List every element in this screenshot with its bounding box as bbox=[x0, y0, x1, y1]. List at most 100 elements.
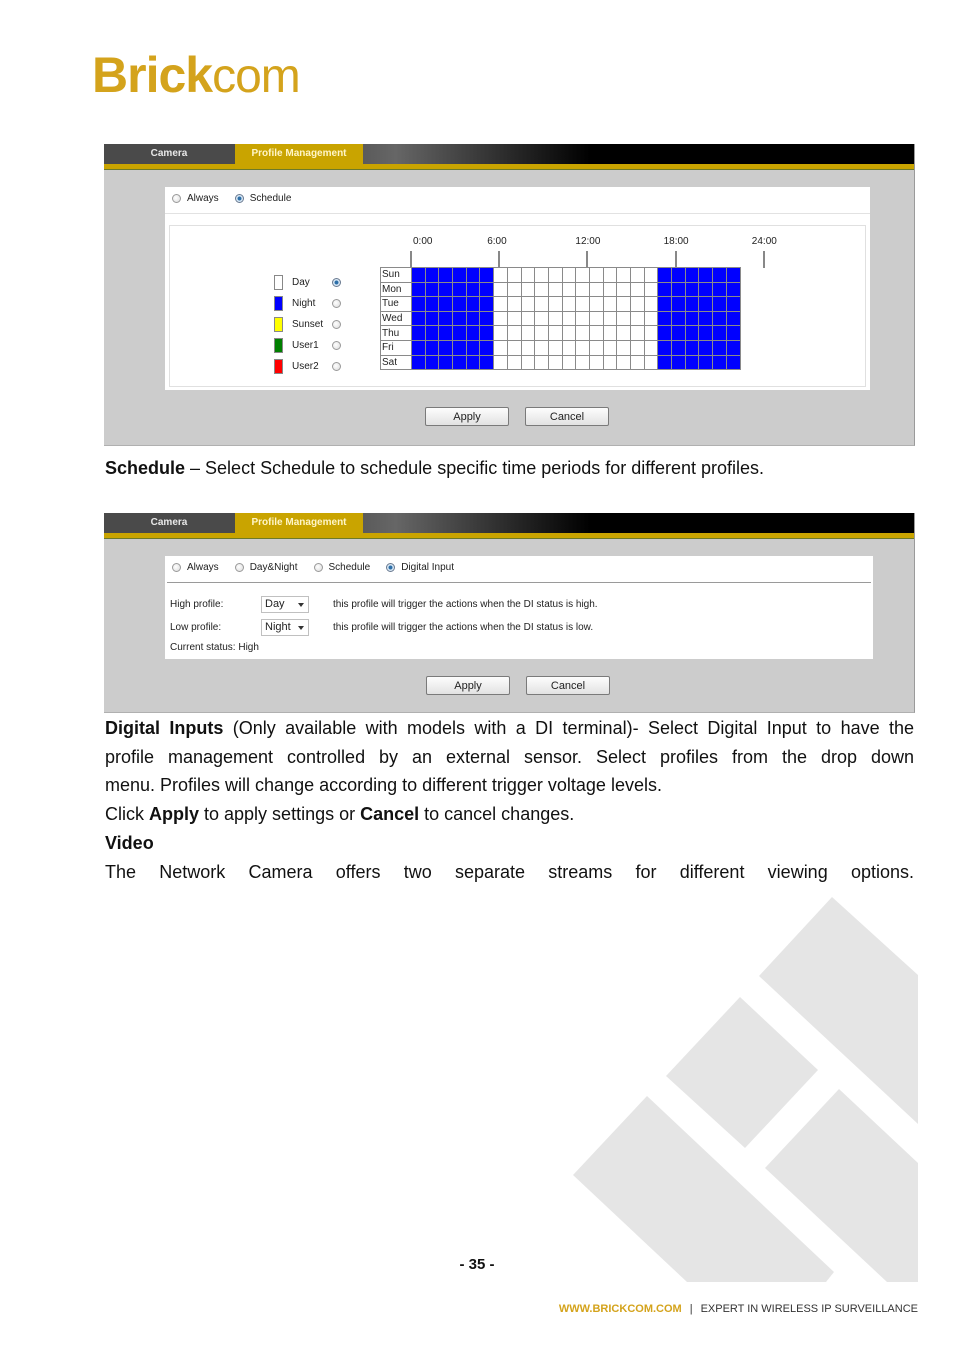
schedule-cell[interactable] bbox=[698, 339, 714, 356]
schedule-cell[interactable] bbox=[452, 339, 467, 356]
schedule-cell[interactable] bbox=[424, 339, 440, 356]
schedule-cell[interactable] bbox=[657, 267, 673, 283]
schedule-cell[interactable] bbox=[725, 267, 741, 283]
schedule-cell[interactable] bbox=[506, 296, 522, 312]
legend-radio[interactable] bbox=[332, 362, 341, 371]
schedule-cell[interactable] bbox=[616, 354, 631, 371]
schedule-cell[interactable] bbox=[712, 325, 727, 341]
footer-url[interactable]: WWW.BRICKCOM.COM bbox=[559, 1303, 682, 1315]
schedule-cell[interactable] bbox=[575, 354, 590, 371]
schedule-cell[interactable] bbox=[465, 325, 481, 341]
schedule-cell[interactable] bbox=[465, 296, 481, 312]
schedule-cell[interactable] bbox=[452, 281, 467, 298]
schedule-cell[interactable] bbox=[588, 325, 604, 341]
schedule-cell[interactable] bbox=[534, 267, 549, 283]
schedule-cell[interactable] bbox=[616, 325, 631, 341]
schedule-cell[interactable] bbox=[424, 325, 440, 341]
cancel-button[interactable]: Cancel bbox=[526, 676, 610, 695]
schedule-cell[interactable] bbox=[698, 296, 714, 312]
schedule-cell[interactable] bbox=[547, 354, 563, 371]
schedule-cell[interactable] bbox=[479, 354, 495, 371]
legend-radio[interactable] bbox=[332, 299, 341, 308]
schedule-cell[interactable] bbox=[588, 267, 604, 283]
schedule-cell[interactable] bbox=[588, 310, 604, 327]
schedule-cell[interactable] bbox=[534, 325, 549, 341]
schedule-cell[interactable] bbox=[534, 310, 549, 327]
schedule-cell[interactable] bbox=[602, 281, 618, 298]
schedule-cell[interactable] bbox=[547, 267, 563, 283]
schedule-cell[interactable] bbox=[602, 339, 618, 356]
schedule-cell[interactable] bbox=[465, 310, 481, 327]
schedule-cell[interactable] bbox=[438, 310, 454, 327]
schedule-cell[interactable] bbox=[506, 281, 522, 298]
schedule-cell[interactable] bbox=[671, 354, 686, 371]
schedule-cell[interactable] bbox=[424, 310, 440, 327]
schedule-cell[interactable] bbox=[725, 310, 741, 327]
schedule-cell[interactable] bbox=[506, 310, 522, 327]
schedule-cell[interactable] bbox=[411, 325, 426, 341]
schedule-cell[interactable] bbox=[424, 267, 440, 283]
schedule-cell[interactable] bbox=[561, 267, 577, 283]
schedule-cell[interactable] bbox=[411, 267, 426, 283]
schedule-cell[interactable] bbox=[547, 339, 563, 356]
schedule-cell[interactable] bbox=[561, 325, 577, 341]
schedule-cell[interactable] bbox=[520, 354, 536, 371]
legend-radio[interactable] bbox=[332, 278, 341, 287]
cancel-button[interactable]: Cancel bbox=[525, 407, 609, 426]
schedule-cell[interactable] bbox=[452, 296, 467, 312]
schedule-cell[interactable] bbox=[534, 339, 549, 356]
schedule-cell[interactable] bbox=[684, 296, 700, 312]
schedule-cell[interactable] bbox=[616, 296, 631, 312]
schedule-cell[interactable] bbox=[506, 325, 522, 341]
schedule-cell[interactable] bbox=[493, 325, 508, 341]
schedule-cell[interactable] bbox=[493, 296, 508, 312]
schedule-cell[interactable] bbox=[712, 296, 727, 312]
schedule-cell[interactable] bbox=[698, 267, 714, 283]
schedule-cell[interactable] bbox=[438, 325, 454, 341]
schedule-cell[interactable] bbox=[438, 296, 454, 312]
schedule-cell[interactable] bbox=[520, 296, 536, 312]
schedule-cell[interactable] bbox=[575, 310, 590, 327]
schedule-cell[interactable] bbox=[643, 281, 659, 298]
schedule-cell[interactable] bbox=[452, 325, 467, 341]
schedule-cell[interactable] bbox=[520, 339, 536, 356]
schedule-cell[interactable] bbox=[712, 310, 727, 327]
schedule-cell[interactable] bbox=[657, 339, 673, 356]
tab-profile-management[interactable]: Profile Management bbox=[235, 513, 363, 533]
schedule-cell[interactable] bbox=[465, 354, 481, 371]
schedule-cell[interactable] bbox=[630, 325, 645, 341]
schedule-cell[interactable] bbox=[452, 267, 467, 283]
schedule-cell[interactable] bbox=[561, 354, 577, 371]
schedule-cell[interactable] bbox=[465, 281, 481, 298]
schedule-cell[interactable] bbox=[725, 281, 741, 298]
schedule-cell[interactable] bbox=[725, 339, 741, 356]
schedule-cell[interactable] bbox=[479, 325, 495, 341]
schedule-cell[interactable] bbox=[698, 354, 714, 371]
schedule-cell[interactable] bbox=[671, 310, 686, 327]
schedule-cell[interactable] bbox=[493, 354, 508, 371]
schedule-cell[interactable] bbox=[602, 296, 618, 312]
schedule-cell[interactable] bbox=[671, 339, 686, 356]
schedule-cell[interactable] bbox=[602, 310, 618, 327]
schedule-cell[interactable] bbox=[479, 267, 495, 283]
schedule-cell[interactable] bbox=[712, 267, 727, 283]
schedule-cell[interactable] bbox=[547, 325, 563, 341]
legend-radio[interactable] bbox=[332, 320, 341, 329]
schedule-cell[interactable] bbox=[411, 281, 426, 298]
radio-day-night[interactable] bbox=[234, 563, 244, 572]
schedule-cell[interactable] bbox=[479, 281, 495, 298]
schedule-cell[interactable] bbox=[547, 310, 563, 327]
schedule-cell[interactable] bbox=[438, 267, 454, 283]
schedule-cell[interactable] bbox=[575, 281, 590, 298]
schedule-cell[interactable] bbox=[671, 325, 686, 341]
schedule-cell[interactable] bbox=[602, 267, 618, 283]
schedule-cell[interactable] bbox=[643, 310, 659, 327]
schedule-cell[interactable] bbox=[698, 281, 714, 298]
schedule-cell[interactable] bbox=[561, 281, 577, 298]
schedule-cell[interactable] bbox=[411, 354, 426, 371]
schedule-grid[interactable]: Sun Mon Tue Wed Thu Fri Sat bbox=[380, 267, 741, 371]
schedule-cell[interactable] bbox=[657, 354, 673, 371]
schedule-cell[interactable] bbox=[684, 310, 700, 327]
schedule-cell[interactable] bbox=[630, 310, 645, 327]
schedule-cell[interactable] bbox=[616, 339, 631, 356]
